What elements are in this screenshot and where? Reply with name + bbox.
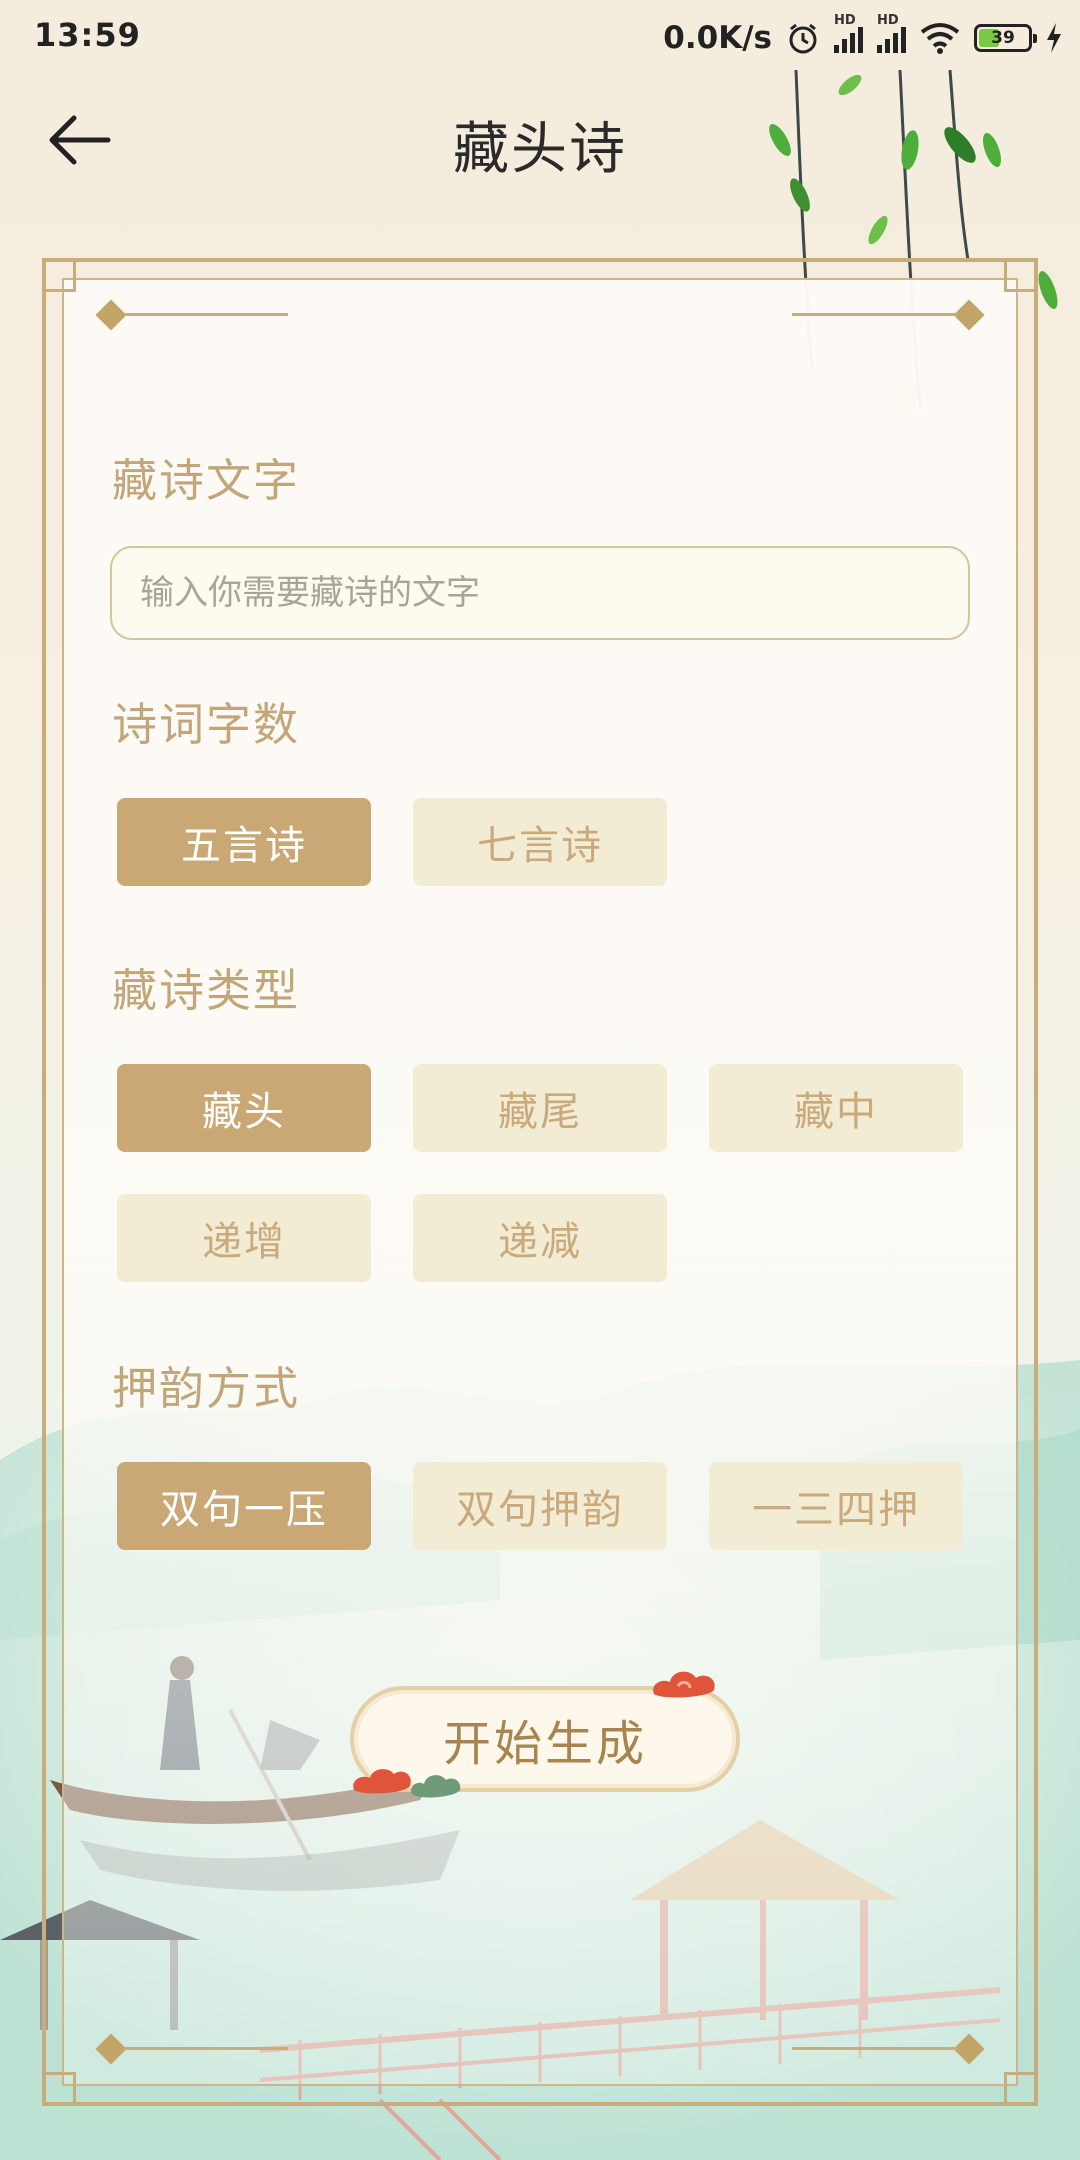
- option-rhyme-one-three-four[interactable]: 一三四押: [709, 1462, 963, 1550]
- option-rhyme-double-one[interactable]: 双句一压: [117, 1462, 371, 1550]
- option-acrostic-head[interactable]: 藏头: [117, 1064, 371, 1152]
- frame-corner-bl: [42, 2072, 76, 2106]
- status-bar: 13:59 0.0K/s HD HD 39: [0, 0, 1080, 76]
- option-descending[interactable]: 递减: [413, 1194, 667, 1282]
- frame-corner-br: [1004, 2072, 1038, 2106]
- option-acrostic-middle[interactable]: 藏中: [709, 1064, 963, 1152]
- frame-corner-tr: [1004, 258, 1038, 292]
- rhyme-label: 押韵方式: [112, 1362, 301, 1415]
- option-five-char[interactable]: 五言诗: [117, 798, 371, 886]
- ornament-line-tr: [792, 313, 958, 316]
- option-seven-char[interactable]: 七言诗: [413, 798, 667, 886]
- network-speed: 0.0K/s: [663, 20, 772, 56]
- signal-icon: HD: [834, 13, 863, 53]
- battery-icon: 39: [974, 24, 1037, 52]
- page-title: 藏头诗: [453, 117, 627, 182]
- wifi-icon: [920, 23, 960, 54]
- option-ascending[interactable]: 递增: [117, 1194, 371, 1282]
- ornament-line-bl: [124, 2047, 288, 2050]
- charging-icon: [1047, 23, 1061, 53]
- frame-corner-tl: [42, 258, 76, 292]
- option-acrostic-tail[interactable]: 藏尾: [413, 1064, 667, 1152]
- type-label: 藏诗类型: [112, 964, 301, 1017]
- signal-icon-2: HD: [877, 13, 906, 53]
- ornament-line-br: [792, 2047, 958, 2050]
- ornament-line-tl: [124, 313, 288, 316]
- option-rhyme-double[interactable]: 双句押韵: [413, 1462, 667, 1550]
- cloud-icon-right: [653, 1671, 715, 1698]
- cloud-icon-left: [353, 1769, 411, 1794]
- alarm-icon: [789, 23, 817, 54]
- status-time: 13:59: [34, 16, 141, 54]
- cloud-icon-green: [411, 1775, 461, 1798]
- status-icons: 0.0K/s HD HD 39: [663, 12, 1062, 64]
- poem-text-input[interactable]: [110, 546, 970, 640]
- text-label: 藏诗文字: [112, 454, 301, 507]
- length-label: 诗词字数: [112, 698, 301, 751]
